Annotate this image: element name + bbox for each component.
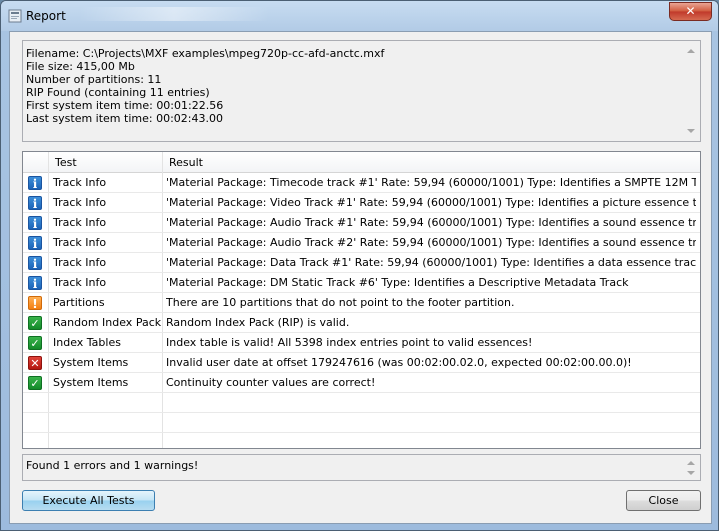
test-cell: Track Info — [53, 196, 107, 209]
test-cell: Index Tables — [53, 336, 121, 349]
info-icon: i — [28, 176, 42, 191]
result-cell: Random Index Pack (RIP) is valid. — [166, 316, 350, 329]
title-bar[interactable]: Report ✕ — [1, 1, 718, 31]
info-rip: RIP Found (containing 11 entries) — [26, 86, 210, 99]
table-row[interactable]: ✓ System Items Continuity counter values… — [23, 373, 700, 393]
result-cell: Index table is valid! All 5398 index ent… — [166, 336, 533, 349]
info-icon: i — [28, 196, 42, 211]
info-file-size: File size: 415,00 Mb — [26, 60, 135, 73]
test-cell: System Items — [53, 356, 129, 369]
info-icon: i — [28, 276, 42, 291]
summary-box[interactable]: Found 1 errors and 1 warnings! — [22, 454, 701, 481]
test-cell: Track Info — [53, 236, 107, 249]
report-window: Report ✕ Filename: C:\Projects\MXF examp… — [0, 0, 719, 531]
table-row[interactable]: i Track Info 'Material Package: Data Tra… — [23, 253, 700, 273]
info-icon: i — [28, 236, 42, 251]
empty-row — [23, 413, 700, 433]
test-cell: Random Index Pack — [53, 316, 162, 329]
grid-header: Test Result — [23, 152, 700, 173]
result-cell: 'Material Package: Audio Track #1' Rate:… — [166, 216, 696, 229]
table-row[interactable]: i Track Info 'Material Package: DM Stati… — [23, 273, 700, 293]
test-cell: Track Info — [53, 276, 107, 289]
ok-icon: ✓ — [28, 316, 42, 330]
table-row[interactable]: ✓ Random Index Pack Random Index Pack (R… — [23, 313, 700, 333]
error-icon: ✕ — [28, 356, 42, 370]
table-row[interactable]: ✕ System Items Invalid user date at offs… — [23, 353, 700, 373]
column-header-test[interactable]: Test — [55, 156, 77, 169]
scroll-down-icon[interactable] — [687, 471, 695, 475]
result-cell: Continuity counter values are correct! — [166, 376, 376, 389]
title-bar-glare — [79, 7, 269, 21]
table-row[interactable]: i Track Info 'Material Package: Video Tr… — [23, 193, 700, 213]
scroll-down-icon[interactable] — [687, 129, 695, 133]
test-cell: Partitions — [53, 296, 105, 309]
result-cell: 'Material Package: Timecode track #1' Ra… — [166, 176, 696, 189]
column-header-result[interactable]: Result — [169, 156, 203, 169]
info-partitions: Number of partitions: 11 — [26, 73, 162, 86]
close-window-button[interactable]: ✕ — [669, 2, 712, 21]
ok-icon: ✓ — [28, 336, 42, 350]
info-icon: i — [28, 256, 42, 271]
result-cell: 'Material Package: DM Static Track #6' T… — [166, 276, 629, 289]
warning-icon: ! — [28, 296, 42, 311]
test-cell: Track Info — [53, 256, 107, 269]
result-cell: 'Material Package: Audio Track #2' Rate:… — [166, 236, 696, 249]
close-button[interactable]: Close — [626, 490, 701, 511]
info-icon: i — [28, 216, 42, 231]
dialog-body: Filename: C:\Projects\MXF examples\mpeg7… — [9, 31, 712, 524]
test-cell: System Items — [53, 376, 129, 389]
file-info-box[interactable]: Filename: C:\Projects\MXF examples\mpeg7… — [22, 40, 701, 142]
info-filename: Filename: C:\Projects\MXF examples\mpeg7… — [26, 47, 385, 60]
execute-all-tests-button[interactable]: Execute All Tests — [22, 490, 155, 511]
result-cell: 'Material Package: Video Track #1' Rate:… — [166, 196, 696, 209]
result-cell: There are 10 partitions that do not poin… — [166, 296, 515, 309]
table-row[interactable]: i Track Info 'Material Package: Audio Tr… — [23, 213, 700, 233]
info-scrollbar[interactable] — [683, 41, 700, 141]
scroll-up-icon[interactable] — [687, 461, 695, 465]
close-icon: ✕ — [685, 4, 696, 18]
info-first-item-time: First system item time: 00:01:22.56 — [26, 99, 224, 112]
table-row[interactable]: ✓ Index Tables Index table is valid! All… — [23, 333, 700, 353]
empty-row — [23, 393, 700, 413]
result-cell: 'Material Package: Data Track #1' Rate: … — [166, 256, 696, 269]
table-row[interactable]: i Track Info 'Material Package: Audio Tr… — [23, 233, 700, 253]
app-icon — [8, 9, 22, 23]
scroll-up-icon[interactable] — [687, 49, 695, 53]
result-cell: Invalid user date at offset 179247616 (w… — [166, 356, 632, 369]
table-row[interactable]: i Track Info 'Material Package: Timecode… — [23, 173, 700, 193]
test-cell: Track Info — [53, 176, 107, 189]
table-row[interactable]: ! Partitions There are 10 partitions tha… — [23, 293, 700, 313]
test-cell: Track Info — [53, 216, 107, 229]
ok-icon: ✓ — [28, 376, 42, 390]
summary-text: Found 1 errors and 1 warnings! — [26, 459, 199, 472]
summary-scrollbar[interactable] — [683, 455, 700, 480]
results-grid: Test Result i Track Info 'Material Packa… — [22, 151, 701, 449]
info-last-item-time: Last system item time: 00:02:43.00 — [26, 112, 223, 125]
window-title: Report — [26, 9, 66, 23]
